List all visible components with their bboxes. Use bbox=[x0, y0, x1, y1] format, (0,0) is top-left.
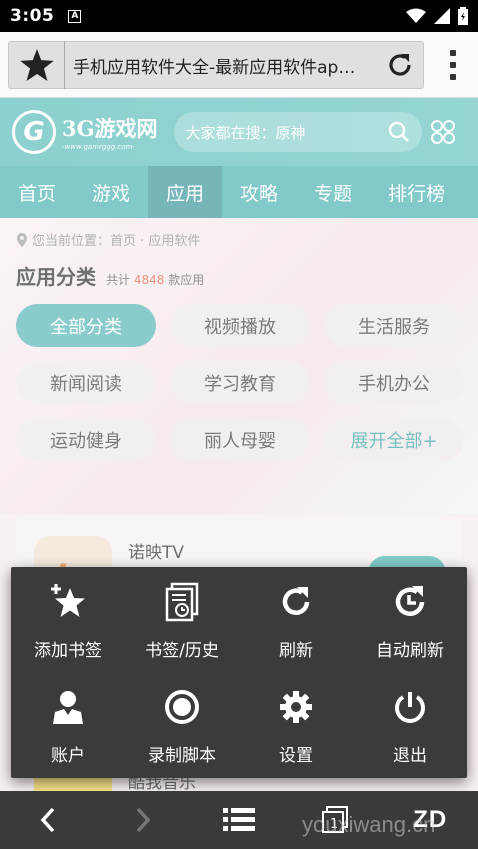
overflow-menu-button[interactable] bbox=[436, 41, 470, 89]
power-icon bbox=[392, 685, 428, 729]
url-bar[interactable]: 手机应用软件大全-最新应用软件ap… bbox=[8, 41, 424, 89]
menu-item-bookmarks-history[interactable]: 书签/历史 bbox=[125, 567, 239, 673]
notification-a-icon: A bbox=[68, 9, 82, 23]
status-bar: 3:05 A bbox=[0, 0, 478, 32]
menu-item-label: 账户 bbox=[51, 746, 85, 766]
menu-item-record[interactable]: 录制脚本 bbox=[125, 673, 239, 778]
menu-item-settings-gear[interactable]: 设置 bbox=[239, 673, 353, 778]
menu-item-account[interactable]: 账户 bbox=[11, 673, 125, 778]
auto-refresh-icon bbox=[392, 580, 428, 624]
bookmarks-history-icon bbox=[164, 580, 200, 624]
star-icon bbox=[19, 49, 54, 81]
menu-item-add-bookmark-star[interactable]: 添加书签 bbox=[11, 567, 125, 673]
menu-item-auto-refresh[interactable]: 自动刷新 bbox=[353, 567, 467, 673]
record-icon bbox=[163, 685, 201, 729]
clock: 3:05 bbox=[10, 6, 55, 26]
add-bookmark-star-icon bbox=[48, 580, 88, 624]
menu-item-label: 自动刷新 bbox=[376, 640, 444, 661]
refresh-icon bbox=[278, 580, 314, 624]
back-button[interactable] bbox=[0, 791, 96, 849]
status-icons bbox=[406, 7, 468, 25]
menu-item-label: 刷新 bbox=[279, 640, 313, 661]
watermark: youxiwang.cn bbox=[302, 812, 436, 837]
settings-gear-icon bbox=[278, 685, 314, 729]
signal-icon bbox=[434, 8, 450, 24]
menu-item-label: 书签/历史 bbox=[145, 640, 219, 661]
account-icon bbox=[51, 685, 85, 729]
menu-item-label: 退出 bbox=[393, 746, 427, 766]
back-arrow-icon bbox=[40, 807, 55, 833]
menu-item-refresh[interactable]: 刷新 bbox=[239, 567, 353, 673]
menu-item-power[interactable]: 退出 bbox=[353, 673, 467, 778]
reload-icon bbox=[389, 54, 411, 76]
browser-toolbar: 手机应用软件大全-最新应用软件ap… bbox=[0, 32, 478, 98]
url-title[interactable]: 手机应用软件大全-最新应用软件ap… bbox=[65, 53, 377, 78]
reload-button[interactable] bbox=[377, 41, 423, 89]
menu-item-label: 添加书签 bbox=[34, 640, 102, 661]
bookmark-star-button[interactable] bbox=[9, 41, 65, 89]
battery-icon bbox=[458, 7, 468, 25]
menu-item-label: 设置 bbox=[279, 746, 313, 766]
forward-button[interactable] bbox=[96, 791, 192, 849]
forward-arrow-icon bbox=[137, 807, 151, 833]
wifi-icon bbox=[406, 8, 426, 23]
browser-popup-menu: 添加书签 书签/历史 刷新 自动刷新账户 录制脚本 设置 退出 bbox=[11, 567, 467, 778]
list-button[interactable] bbox=[191, 791, 287, 849]
list-icon bbox=[222, 808, 255, 831]
menu-item-label: 录制脚本 bbox=[148, 746, 216, 766]
